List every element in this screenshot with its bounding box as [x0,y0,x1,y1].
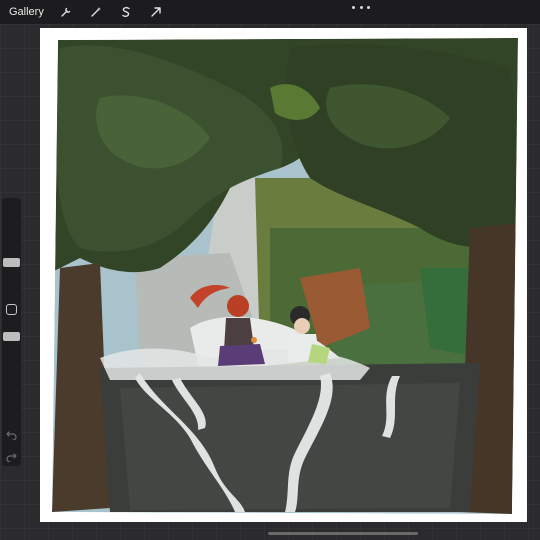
redo-icon[interactable] [5,452,18,462]
opacity-thumb[interactable] [3,332,20,341]
selection-s-icon[interactable] [116,2,136,22]
transform-arrow-icon[interactable] [146,2,166,22]
brush-size-slider[interactable] [2,202,21,292]
ellipsis-dot [367,5,370,9]
home-indicator [268,532,418,535]
ellipsis-dot [352,5,355,9]
brush-size-thumb[interactable] [3,258,20,267]
opacity-slider[interactable] [2,324,21,414]
top-toolbar: Gallery [0,0,540,24]
drawing-canvas[interactable] [40,28,527,522]
ellipsis-icon[interactable] [352,2,370,12]
wrench-icon[interactable] [56,2,76,22]
magic-wand-icon[interactable] [86,2,106,22]
undo-icon[interactable] [5,430,18,440]
ellipsis-dot [359,5,363,9]
square-modify-icon[interactable] [6,304,17,315]
gallery-button[interactable]: Gallery [0,6,56,18]
side-toolbar [2,198,21,466]
painting-artwork [40,28,527,522]
